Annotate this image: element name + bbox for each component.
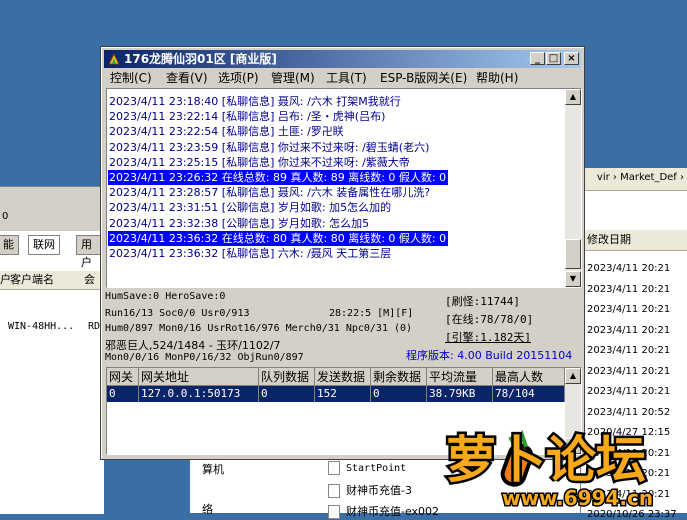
- client-suffix: RD: [88, 321, 101, 332]
- app-icon: [108, 52, 120, 65]
- menu-esp-gateway[interactable]: ESP-B版网关(E): [380, 69, 467, 87]
- watermark-url: www.6994.cn: [502, 486, 653, 510]
- file-icon: [328, 461, 340, 475]
- gateway-table-cell[interactable]: 0: [371, 386, 427, 402]
- log-line[interactable]: 2023/4/11 23:22:14 [私聊信息] 吕布: /圣・虎神(吕布): [108, 109, 385, 124]
- monster-status: Mon0/0/16 MonP0/16/32 ObjRun0/897: [105, 352, 304, 363]
- scroll-thumb[interactable]: [565, 239, 581, 269]
- menu-bar: 控制(C) 查看(V) 选项(P) 管理(M) 工具(T) ESP-B版网关(E…: [104, 69, 581, 87]
- maximize-button[interactable]: □: [546, 52, 561, 65]
- list-item-date[interactable]: 2023/4/11 20:21: [587, 304, 670, 315]
- menu-options[interactable]: 选项(P): [218, 69, 259, 87]
- tab-network[interactable]: 联网: [28, 235, 60, 255]
- col-header-session[interactable]: 会: [84, 271, 95, 289]
- column-header-modified[interactable]: 修改日期: [581, 230, 687, 251]
- log-line[interactable]: 2023/4/11 23:32:38 [公聊信息] 岁月如歌: 怎么加5: [108, 216, 369, 231]
- gateway-column-header[interactable]: 剩余数据: [371, 368, 427, 386]
- list-item[interactable]: WIN-48HH... RD: [8, 321, 100, 332]
- list-item-date[interactable]: 2023/4/11 20:21: [587, 366, 670, 377]
- file-item[interactable]: StartPoint: [328, 461, 406, 475]
- scroll-up-icon[interactable]: ▲: [565, 89, 581, 105]
- breadcrumb: vir › Market_Def ›: [596, 172, 684, 183]
- site-watermark-logo: 萝卜论坛 www.6994.cn: [444, 429, 655, 512]
- minimize-button[interactable]: _: [530, 52, 545, 65]
- log-line-online-summary[interactable]: 2023/4/11 23:36:32 在线总数: 80 真人数: 80 离线数:…: [108, 230, 449, 246]
- menu-manage[interactable]: 管理(M): [271, 69, 315, 87]
- menu-tools[interactable]: 工具(T): [326, 69, 367, 87]
- log-scrollbar[interactable]: ▲ ▼: [565, 89, 581, 287]
- file-name: 财神币充值-3: [346, 484, 412, 497]
- file-name: 财神币充值-ex002: [346, 505, 440, 518]
- file-name: StartPoint: [346, 463, 407, 474]
- file-icon: [328, 505, 340, 519]
- list-item-date[interactable]: 2023/4/11 20:21: [587, 325, 670, 336]
- monster-refresh-count: [刷怪:11744]: [445, 295, 520, 308]
- run-status: Run16/13 Soc0/0 Usr0/913: [105, 308, 250, 319]
- online-count: [在线:78/78/0]: [445, 313, 534, 326]
- list-item-date[interactable]: 2023/4/11 20:21: [587, 263, 670, 274]
- scroll-down-icon[interactable]: ▼: [565, 271, 581, 287]
- scroll-up-icon[interactable]: ▲: [565, 368, 581, 384]
- gateway-column-header[interactable]: 队列数据: [259, 368, 315, 386]
- object-status: Hum0/897 Mon0/16 UsrRot16/976 Merch0/31 …: [105, 323, 413, 334]
- log-line[interactable]: 2023/4/11 23:22:54 [私聊信息] 土匪: /罗卍眹: [108, 124, 344, 139]
- gateway-column-header[interactable]: 最高人数: [493, 368, 565, 386]
- message-log[interactable]: 2023/4/11 23:18:40 [私聊信息] 聂风: /六木 打架M我就行…: [106, 88, 582, 288]
- tab-function[interactable]: 能: [0, 235, 19, 255]
- log-line[interactable]: 2023/4/11 23:18:40 [私聊信息] 聂风: /六木 打架M我就行: [108, 94, 401, 109]
- column-header-label: 修改日期: [587, 233, 631, 246]
- log-line[interactable]: 2023/4/11 23:28:57 [私聊信息] 聂风: /六木 装备属性在哪…: [108, 185, 430, 200]
- column-header-row: 户 客户端名 会: [0, 271, 104, 290]
- gateway-table-cell[interactable]: 127.0.0.1:50173: [139, 386, 259, 402]
- gateway-table-cell[interactable]: 0: [107, 386, 139, 402]
- nav-item-network[interactable]: 络: [202, 501, 213, 517]
- list-item-date[interactable]: 2023/4/11 20:21: [587, 284, 670, 295]
- nav-item-computer[interactable]: 算机: [202, 461, 224, 477]
- log-line[interactable]: 2023/4/11 23:36:32 [私聊信息] 六木: /聂风 天工第三层: [108, 246, 391, 261]
- log-line[interactable]: 2023/4/11 23:25:15 [私聊信息] 你过来不过来呀: /紫薇大帝: [108, 155, 410, 170]
- file-item[interactable]: 财神币充值-ex002: [328, 503, 439, 519]
- run-time: 28:22:5 [M][F]: [329, 308, 414, 319]
- list-item-date[interactable]: 2023/4/11 20:21: [587, 345, 670, 356]
- file-item[interactable]: 财神币充值-3: [328, 482, 412, 498]
- list-item-date[interactable]: 2023/4/11 20:21: [587, 386, 670, 397]
- watermark-logo-text: 萝卜论坛: [446, 431, 646, 489]
- menu-help[interactable]: 帮助(H): [476, 69, 518, 87]
- engine-uptime: [引擎:1.182天]: [445, 331, 531, 344]
- gateway-column-header[interactable]: 平均流量: [427, 368, 493, 386]
- boss-status: 邪恶巨人,524/1484 - 玉环/1102/7: [105, 339, 281, 352]
- file-icon: [328, 484, 340, 498]
- log-line-online-summary[interactable]: 2023/4/11 23:26:32 在线总数: 89 真人数: 89 离线数:…: [108, 170, 449, 185]
- gateway-table-cell[interactable]: 38.79KB: [427, 386, 493, 402]
- menu-control[interactable]: 控制(C): [110, 69, 152, 87]
- log-line[interactable]: 2023/4/11 23:31:51 [公聊信息] 岁月如歌: 加5怎么加的: [108, 200, 391, 215]
- gateway-table-cell[interactable]: 78/104: [493, 386, 565, 402]
- background-toolbar: 0: [0, 187, 104, 231]
- col-header-client-name[interactable]: 客户端名: [10, 271, 54, 289]
- gateway-table-cell[interactable]: 0: [259, 386, 315, 402]
- log-line[interactable]: 2023/4/11 23:23:59 [私聊信息] 你过来不过来呀: /碧玉蜻(…: [108, 140, 429, 155]
- save-status: HumSave:0 HeroSave:0: [105, 291, 226, 302]
- client-name: WIN-48HH...: [8, 321, 75, 332]
- program-version: 程序版本: 4.00 Build 20151104: [406, 349, 573, 362]
- address-bar[interactable]: vir › Market_Def ›: [581, 168, 687, 191]
- gateway-column-header[interactable]: 网关地址: [139, 368, 259, 386]
- gateway-column-header[interactable]: 网关: [107, 368, 139, 386]
- gateway-table-cell[interactable]: 152: [315, 386, 371, 402]
- background-window-left: 0 能 联网 用户 户 客户端名 会 WIN-48HH... RD: [0, 186, 104, 514]
- gateway-column-header[interactable]: 发送数据: [315, 368, 371, 386]
- title-bar[interactable]: 176龙腾仙羽01区 [商业版] _ □ ×: [104, 50, 581, 68]
- partial-text: 0: [2, 211, 9, 222]
- menu-view[interactable]: 查看(V): [166, 69, 208, 87]
- server-window: 176龙腾仙羽01区 [商业版] _ □ × 控制(C) 查看(V) 选项(P)…: [100, 46, 585, 460]
- close-button[interactable]: ×: [564, 52, 579, 65]
- window-title: 176龙腾仙羽01区 [商业版]: [124, 52, 277, 66]
